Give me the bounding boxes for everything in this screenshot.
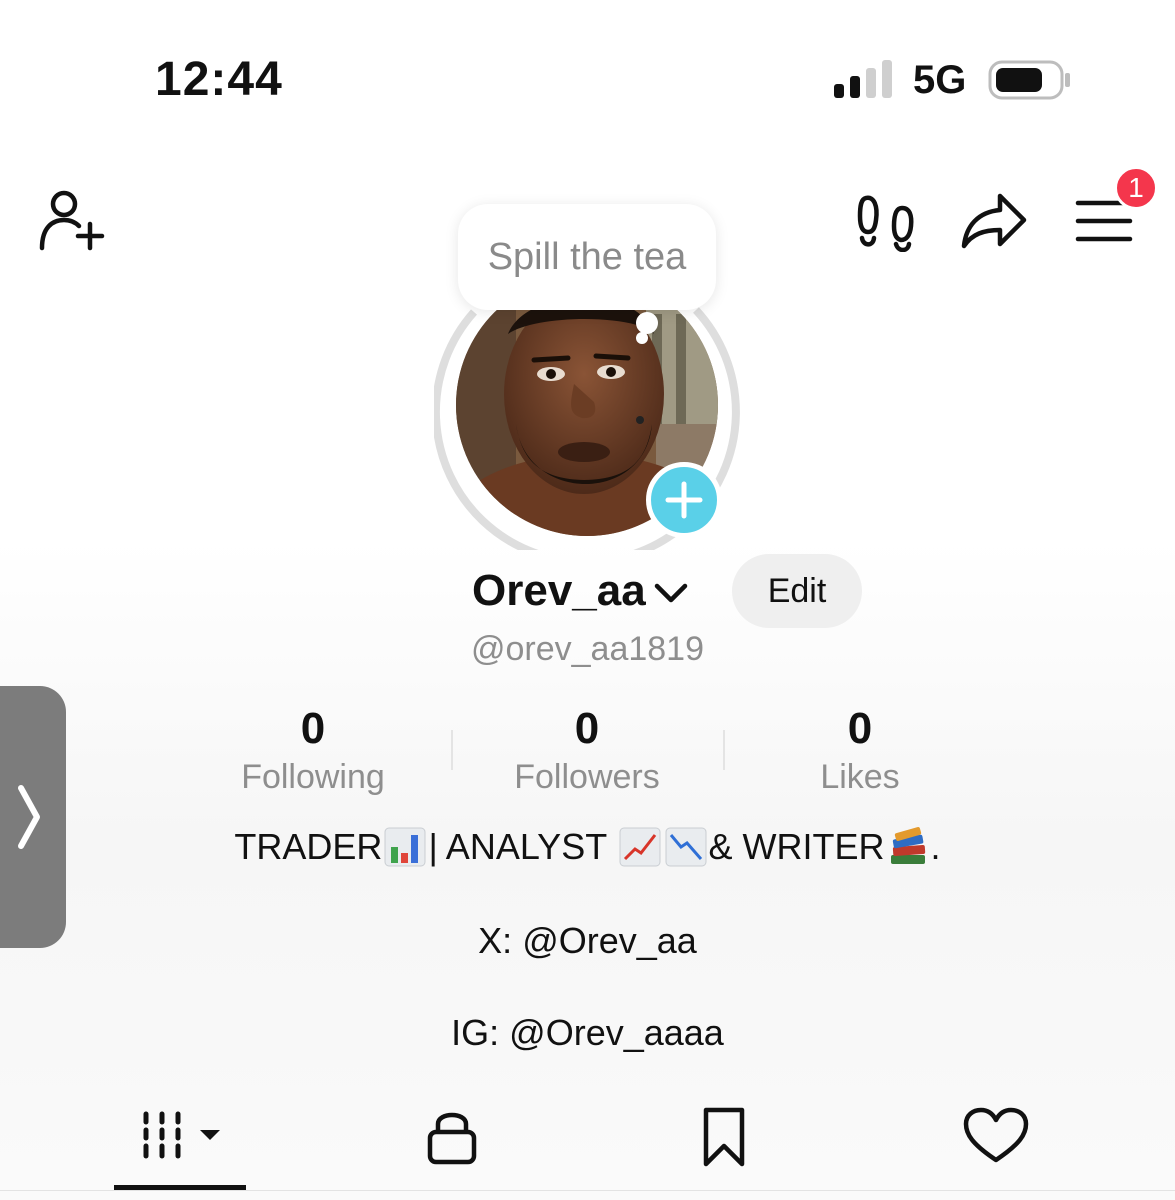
- note-bubble-tail-small: [636, 332, 648, 344]
- stat-following[interactable]: 0 Following: [178, 704, 448, 797]
- note-bubble[interactable]: Spill the tea: [458, 204, 716, 310]
- tab-private[interactable]: [420, 1106, 484, 1166]
- followers-label: Followers: [514, 758, 660, 796]
- bio-analyst: | ANALYST: [428, 826, 617, 867]
- tab-videos[interactable]: [128, 1106, 238, 1166]
- chevron-right-icon: [18, 785, 40, 849]
- notification-badge: 1: [1114, 166, 1158, 210]
- grid-bars-icon: [143, 1111, 220, 1159]
- plus-icon: [665, 481, 703, 519]
- status-time: 12:44: [155, 53, 283, 106]
- footprints-icon[interactable]: [856, 192, 916, 252]
- bio-period: .: [930, 826, 941, 867]
- battery-icon: [988, 60, 1070, 100]
- username-text: @orev_aa1819: [470, 630, 705, 668]
- side-drawer-handle[interactable]: [0, 686, 66, 948]
- add-friend-icon[interactable]: [36, 188, 106, 252]
- books-emoji-icon: [890, 827, 925, 864]
- tab-bar-divider: [0, 1190, 1175, 1191]
- add-story-button[interactable]: [646, 462, 722, 538]
- bio-trader: TRADER: [234, 826, 383, 867]
- followers-count: 0: [574, 704, 600, 753]
- bar-chart-emoji-icon: [384, 827, 426, 867]
- chart-decreasing-emoji-icon: [665, 827, 707, 867]
- stat-followers[interactable]: 0 Followers: [452, 704, 722, 797]
- bio-line-2: X: @Orev_aa: [478, 920, 697, 961]
- username: @orev_aa1819: [0, 630, 1175, 669]
- tab-saved[interactable]: [696, 1106, 752, 1168]
- bookmark-icon: [703, 1107, 745, 1167]
- chevron-down-icon[interactable]: [652, 578, 690, 608]
- bio-line-3: IG: @Orev_aaaa: [451, 1012, 724, 1053]
- bio-writer: & WRITER: [708, 826, 885, 867]
- likes-label: Likes: [820, 758, 900, 796]
- network-type: 5G: [913, 58, 967, 102]
- heart-icon: [963, 1107, 1029, 1163]
- signal-strength-icon: [834, 60, 892, 98]
- display-name[interactable]: Orev_aa: [472, 566, 646, 616]
- edit-profile-button[interactable]: Edit: [732, 554, 862, 628]
- stat-likes[interactable]: 0 Likes: [725, 704, 995, 797]
- tab-liked[interactable]: [962, 1106, 1030, 1166]
- chart-increasing-emoji-icon: [619, 827, 661, 867]
- bio-line-1: TRADER | ANALYST & WRITER .: [0, 826, 1175, 868]
- note-bubble-tail: [636, 312, 658, 334]
- share-icon[interactable]: [960, 190, 1028, 250]
- following-count: 0: [300, 704, 326, 753]
- lock-icon: [427, 1112, 477, 1165]
- following-label: Following: [241, 758, 385, 796]
- likes-count: 0: [847, 704, 873, 753]
